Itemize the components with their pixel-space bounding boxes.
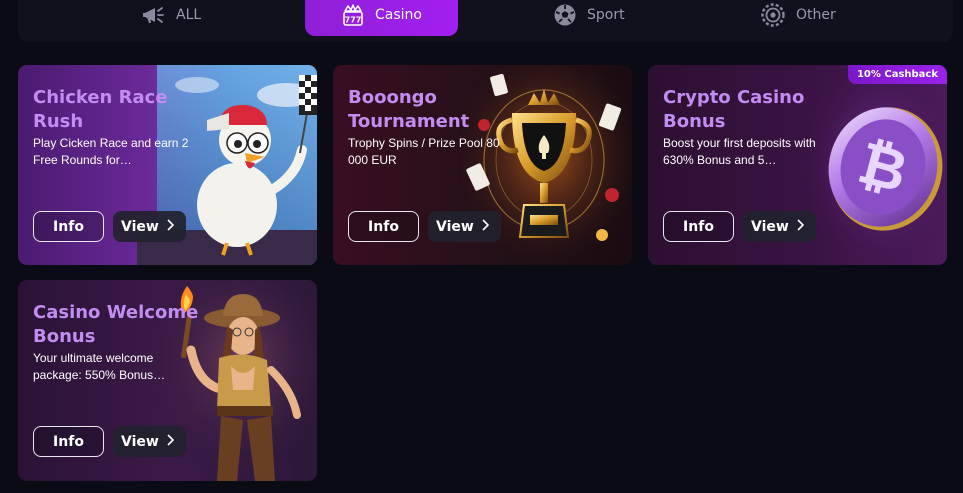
card-title: Crypto Casino Bonus <box>663 87 805 132</box>
tab-sport[interactable]: Sport <box>553 0 625 36</box>
card-title: Chicken Race Rush <box>33 87 168 132</box>
tab-all[interactable]: ALL <box>142 0 201 36</box>
chevron-right-icon <box>481 218 489 235</box>
view-button-label: View <box>121 218 159 235</box>
chevron-right-icon <box>796 218 804 235</box>
view-button-label: View <box>436 218 474 235</box>
view-button[interactable]: View <box>113 426 186 457</box>
info-button[interactable]: Info <box>33 426 104 457</box>
promo-card[interactable]: Chicken Race Rush Play Cicken Race and e… <box>18 65 317 265</box>
gear-dots-icon <box>760 2 786 28</box>
card-description: Your ultimate welcome package: 550% Bonu… <box>33 351 166 382</box>
card-description: Trophy Spins / Prize Pool 80 000 EUR <box>348 136 500 167</box>
category-tab-bar: ALL 777 Casino Sport Other <box>18 0 953 42</box>
promo-card[interactable]: Casino Welcome Bonus Your ultimate welco… <box>18 280 317 481</box>
promo-card[interactable]: Booongo Tournament Trophy Spins / Prize … <box>333 65 632 265</box>
svg-text:777: 777 <box>345 16 362 25</box>
card-description: Boost your first deposits with 630% Bonu… <box>663 136 816 167</box>
tab-other[interactable]: Other <box>760 0 836 36</box>
chevron-right-icon <box>166 218 174 235</box>
card-title: Casino Welcome Bonus <box>33 302 199 347</box>
view-button[interactable]: View <box>113 211 186 242</box>
view-button-label: View <box>121 433 159 450</box>
chevron-right-icon <box>166 433 174 450</box>
tab-sport-label: Sport <box>587 7 625 23</box>
tab-casino[interactable]: 777 Casino <box>305 0 458 36</box>
view-button[interactable]: View <box>743 211 816 242</box>
tab-other-label: Other <box>796 7 836 23</box>
view-button-label: View <box>751 218 789 235</box>
promo-card[interactable]: ₿ 10% Cashback Crypto Casino Bonus Boost… <box>648 65 947 265</box>
card-title: Booongo Tournament <box>348 87 470 132</box>
cashback-badge: 10% Cashback <box>847 65 947 84</box>
view-button[interactable]: View <box>428 211 501 242</box>
card-description: Play Cicken Race and earn 2 Free Rounds … <box>33 136 189 167</box>
slot-777-icon: 777 <box>341 3 365 27</box>
megaphone-icon <box>142 4 166 26</box>
soccer-ball-icon <box>553 3 577 27</box>
tab-all-label: ALL <box>176 7 202 23</box>
info-button[interactable]: Info <box>33 211 104 242</box>
info-button[interactable]: Info <box>663 211 734 242</box>
info-button[interactable]: Info <box>348 211 419 242</box>
tab-casino-label: Casino <box>375 7 422 23</box>
